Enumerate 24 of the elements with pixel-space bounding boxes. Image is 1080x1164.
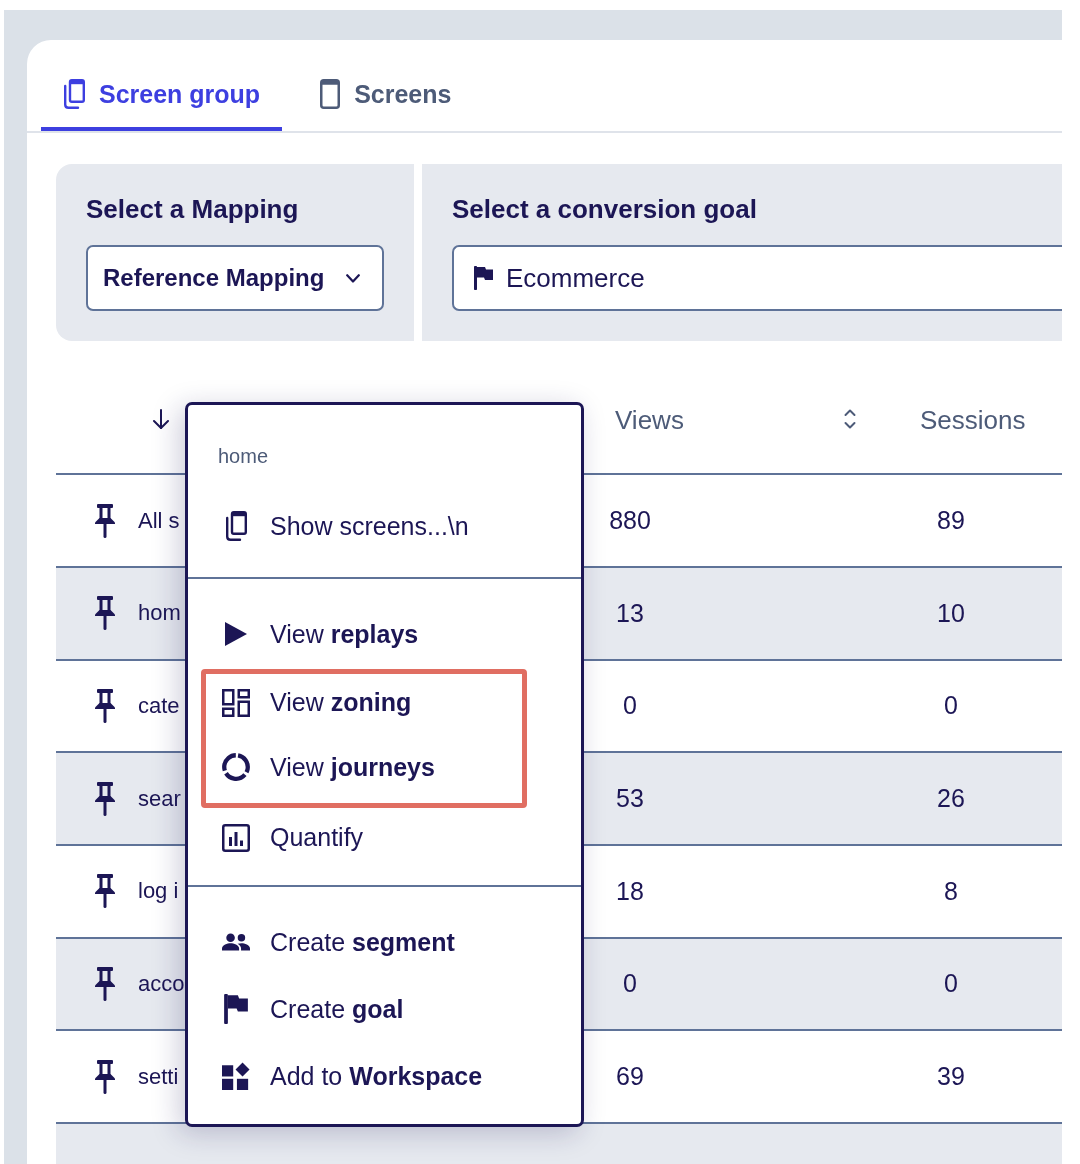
menu-title: home — [217, 444, 269, 469]
table-cell-text: 13 — [615, 598, 645, 628]
table-cell-text: 26 — [936, 784, 966, 814]
table-cell-text: 8 — [943, 876, 959, 906]
table-cell: cate — [138, 692, 180, 719]
table-cell: All s — [138, 507, 180, 534]
table-cell-text: 18 — [615, 876, 645, 906]
table-cell: hom — [138, 600, 181, 627]
table-cell-text: 10 — [936, 598, 966, 628]
table-cell-text: 0 — [943, 969, 959, 999]
table-cell-text: 880 — [608, 506, 652, 536]
table-cell: setti — [138, 1063, 179, 1090]
table-cell-text: 89 — [936, 506, 966, 536]
table-cell-text: 39 — [936, 1062, 966, 1092]
table-cell: log i — [138, 878, 179, 905]
table-cell-text: 0 — [622, 691, 638, 721]
table-cell-text: 0 — [943, 691, 959, 721]
table-cell-text: 0 — [622, 969, 638, 999]
filter-label: Select a Mapping — [86, 194, 300, 225]
table-cell: acco — [138, 970, 185, 997]
table-cell-text: 69 — [615, 1062, 645, 1092]
table-cell: sear — [138, 785, 181, 812]
table-cell-text: 53 — [615, 784, 645, 814]
filter-label: Select a conversion goal — [452, 194, 758, 225]
